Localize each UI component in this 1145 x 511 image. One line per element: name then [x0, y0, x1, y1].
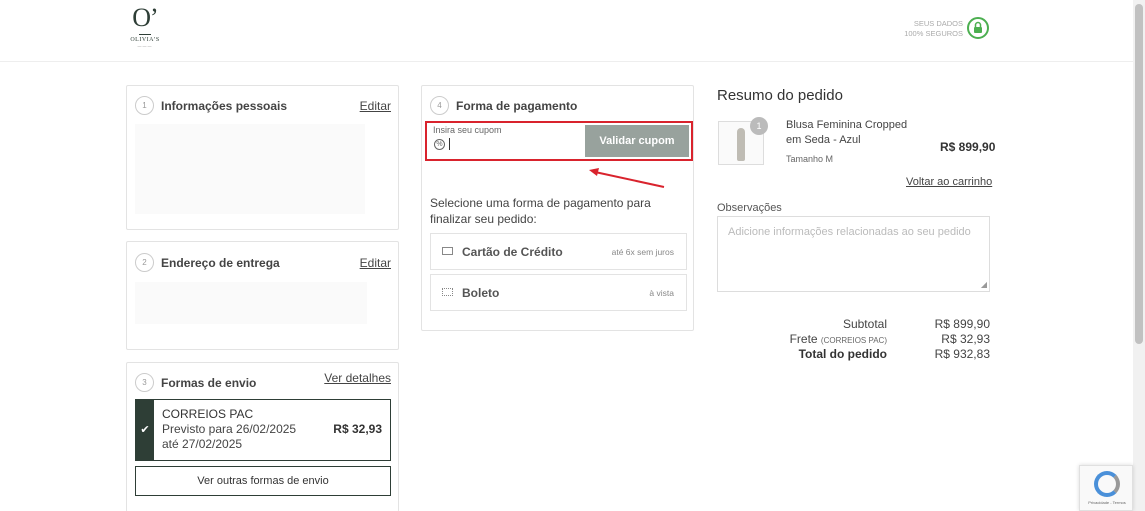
site-header: O’ OLIVIA’S ——— SEUS DADOS 100% SEGUROS: [0, 0, 1133, 62]
edit-address-link[interactable]: Editar: [360, 256, 391, 270]
payment-option-name: Cartão de Crédito: [462, 245, 563, 259]
shipping-cost-value: R$ 32,93: [941, 332, 990, 346]
logo-sub: ———: [137, 43, 153, 48]
delivery-address-panel: 2 Endereço de entrega Editar: [126, 241, 399, 350]
step-number-2: 2: [135, 253, 154, 272]
shipping-title: Formas de envio: [161, 376, 257, 390]
delivery-address-title: Endereço de entrega: [161, 256, 280, 270]
validate-coupon-button[interactable]: Validar cupom: [585, 125, 689, 157]
step-number-4: 4: [430, 96, 449, 115]
shipping-row: Frete (CORREIOS PAC) R$ 32,93: [717, 332, 990, 347]
payment-option-note: até 6x sem juros: [611, 247, 674, 257]
subtotal-value: R$ 899,90: [934, 317, 990, 331]
total-label: Total do pedido: [798, 347, 887, 361]
quantity-badge: 1: [750, 117, 768, 135]
credit-card-icon: [442, 247, 453, 255]
payment-title: Forma de pagamento: [456, 99, 578, 113]
annotation-arrow: [589, 168, 665, 188]
shipping-panel: 3 Formas de envio Ver detalhes ✔ CORREIO…: [126, 362, 399, 511]
coupon-input[interactable]: [449, 138, 450, 150]
store-logo[interactable]: O’ OLIVIA’S ———: [124, 3, 166, 49]
logo-divider: [139, 34, 151, 35]
coupon-label: Insira seu cupom: [433, 125, 502, 135]
recaptcha-icon: [1094, 471, 1120, 497]
product-name: Blusa Feminina Cropped em Seda - Azul: [786, 119, 908, 146]
recaptcha-badge[interactable]: Privacidade - Termos: [1079, 465, 1133, 511]
scrollbar-thumb[interactable]: [1135, 4, 1143, 344]
shipping-details-link[interactable]: Ver detalhes: [324, 371, 391, 385]
personal-info-content: [135, 124, 365, 214]
lock-icon: [967, 17, 989, 39]
product-price: R$ 899,90: [940, 140, 996, 154]
product-figure: [737, 128, 745, 161]
subtotal-row: Subtotal R$ 899,90: [717, 317, 990, 332]
shipping-cost-label: Frete (CORREIOS PAC): [790, 332, 887, 346]
coupon-icon: %: [434, 139, 445, 150]
shipping-label-text: Frete: [789, 332, 818, 346]
back-to-cart-link[interactable]: Voltar ao carrinho: [906, 176, 992, 188]
personal-info-title: Informações pessoais: [161, 99, 288, 113]
check-icon: ✔: [136, 400, 154, 460]
notes-label: Observações: [717, 202, 782, 214]
shipping-option-date: Previsto para 26/02/2025 até 27/02/2025: [162, 422, 297, 451]
payment-option-credit-card[interactable]: Cartão de Crédito até 6x sem juros: [430, 233, 687, 270]
coupon-field-highlight: Insira seu cupom % Validar cupom: [425, 121, 693, 161]
payment-option-name: Boleto: [462, 286, 500, 300]
product-size: Tamanho M: [786, 154, 834, 164]
shipping-option-name: CORREIOS PAC: [162, 407, 254, 421]
lock-icon-svg: [974, 21, 982, 33]
page-scrollbar[interactable]: [1133, 0, 1145, 511]
personal-info-panel: 1 Informações pessoais Editar: [126, 85, 399, 230]
step-number-3: 3: [135, 373, 154, 392]
secure-line-1: SEUS DADOS: [913, 19, 963, 28]
total-value: R$ 932,83: [934, 347, 990, 361]
total-row: Total do pedido R$ 932,83: [717, 347, 990, 362]
payment-option-note: à vista: [649, 288, 674, 298]
notes-textarea[interactable]: Adicione informações relacionadas ao seu…: [717, 216, 990, 292]
shipping-method-text: (CORREIOS PAC): [820, 336, 887, 345]
secure-text: SEUS DADOS 100% SEGUROS: [904, 19, 963, 39]
other-shipping-button[interactable]: Ver outras formas de envio: [135, 466, 391, 496]
order-summary-title: Resumo do pedido: [717, 87, 843, 104]
subtotal-label: Subtotal: [842, 317, 887, 331]
recaptcha-text: Privacidade - Termos: [1088, 500, 1126, 505]
logo-mark: O’: [132, 3, 158, 32]
payment-description: Selecione uma forma de pagamento para fi…: [430, 196, 651, 226]
resize-handle-icon[interactable]: ◢: [981, 280, 987, 289]
delivery-address-content: [135, 282, 367, 324]
shipping-option-correios-pac[interactable]: ✔ CORREIOS PAC Previsto para 26/02/2025 …: [135, 399, 391, 461]
notes-placeholder: Adicione informações relacionadas ao seu…: [728, 226, 971, 238]
secure-line-2: 100% SEGUROS: [904, 29, 963, 38]
secure-badge: SEUS DADOS 100% SEGUROS: [895, 17, 991, 41]
payment-option-boleto[interactable]: Boleto à vista: [430, 274, 687, 311]
step-number-1: 1: [135, 96, 154, 115]
barcode-icon: [442, 288, 453, 296]
payment-panel: 4 Forma de pagamento Insira seu cupom % …: [421, 85, 694, 331]
edit-personal-link[interactable]: Editar: [360, 99, 391, 113]
shipping-option-price: R$ 32,93: [333, 422, 382, 436]
